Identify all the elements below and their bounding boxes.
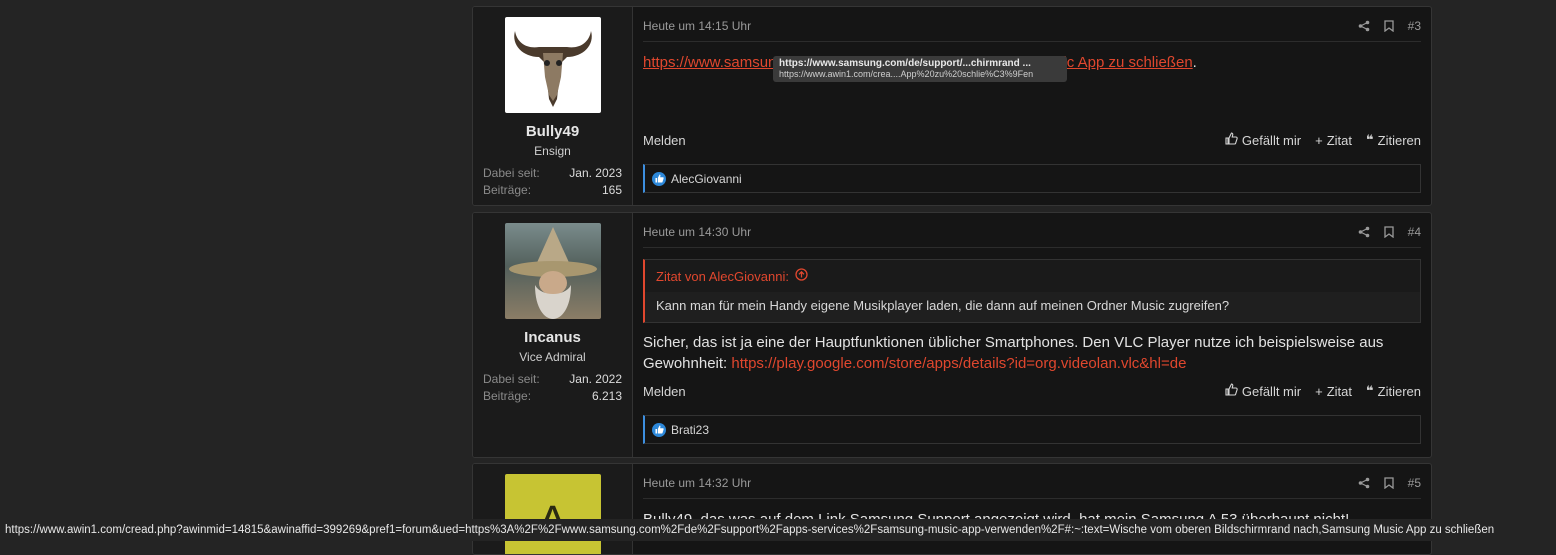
post-main: Heute um 14:30 Uhr #4 Zitat von AlecGiov… xyxy=(633,213,1431,457)
post-main: Heute um 14:15 Uhr #3 https://www.samsun… xyxy=(633,7,1431,205)
post-content: Sicher, das ist ja eine der Hauptfunktio… xyxy=(643,332,1421,374)
browser-status-bar: https://www.awin1.com/cread.php?awinmid=… xyxy=(0,519,1556,541)
quote-author[interactable]: Zitat von AlecGiovanni: xyxy=(656,269,789,284)
joined-value: Jan. 2023 xyxy=(569,166,622,180)
user-cell: Bully49 Ensign Dabei seit: Jan. 2023 Beit… xyxy=(473,7,633,205)
tooltip-line-1: https://www.samsung.com/de/support/...ch… xyxy=(779,58,1031,69)
bookmark-icon[interactable] xyxy=(1383,476,1394,489)
post-number[interactable]: #5 xyxy=(1408,476,1421,490)
multiquote-label: Zitat xyxy=(1326,383,1352,399)
post-3: Bully49 Ensign Dabei seit: Jan. 2023 Beit… xyxy=(472,6,1432,206)
thumbs-up-icon xyxy=(1225,132,1238,148)
user-extra: Dabei seit: Jan. 2022 Beiträge: 6.213 xyxy=(483,372,622,406)
quote-header[interactable]: Zitat von AlecGiovanni: xyxy=(645,260,1420,292)
post-header: Heute um 14:32 Uhr #5 xyxy=(643,467,1421,499)
reply-label: Zitieren xyxy=(1377,132,1421,148)
username[interactable]: Incanus xyxy=(473,329,632,346)
like-button[interactable]: Gefällt mir xyxy=(1225,383,1301,399)
joined-value: Jan. 2022 xyxy=(569,372,622,386)
post-number[interactable]: #3 xyxy=(1408,19,1421,33)
post-header: Heute um 14:30 Uhr #4 xyxy=(643,216,1421,248)
post-5: A Heute um 14:32 Uhr #5 Bully49, das was… xyxy=(472,463,1432,555)
avatar[interactable] xyxy=(504,17,601,113)
user-extra: Dabei seit: Jan. 2023 Beiträge: 165 xyxy=(483,166,622,200)
share-icon[interactable] xyxy=(1358,477,1370,489)
username[interactable]: Bully49 xyxy=(473,123,632,140)
link-tooltip: https://www.samsung.com/de/support/...ch… xyxy=(773,56,1067,82)
posts-label: Beiträge: xyxy=(483,389,532,403)
link-text-start: https://www.samsun xyxy=(643,54,777,71)
multiquote-button[interactable]: + Zitat xyxy=(1315,133,1352,148)
reaction-users[interactable]: AlecGiovanni xyxy=(671,172,742,186)
share-icon[interactable] xyxy=(1358,20,1370,32)
bookmark-icon[interactable] xyxy=(1383,225,1394,238)
post-time[interactable]: Heute um 14:15 Uhr xyxy=(643,19,751,33)
like-label: Gefällt mir xyxy=(1241,132,1302,148)
joined-label: Dabei seit: xyxy=(483,166,540,180)
quote-block: Zitat von AlecGiovanni: Kann man für mei… xyxy=(643,259,1421,323)
reactions-bar[interactable]: AlecGiovanni xyxy=(643,164,1421,193)
post-time[interactable]: Heute um 14:30 Uhr xyxy=(643,225,751,239)
report-link[interactable]: Melden xyxy=(643,133,686,148)
reactions-bar[interactable]: Brati23 xyxy=(643,415,1421,444)
posts-value: 165 xyxy=(601,183,622,197)
posts-label: Beiträge: xyxy=(483,183,532,197)
user-cell: Incanus Vice Admiral Dabei seit: Jan. 202… xyxy=(473,213,633,457)
vlc-link[interactable]: https://play.google.com/store/apps/detai… xyxy=(731,355,1186,372)
reply-button[interactable]: ❝ Zitieren xyxy=(1366,383,1421,399)
like-badge-icon xyxy=(652,422,666,437)
quote-icon: ❝ xyxy=(1366,383,1374,398)
reply-button[interactable]: ❝ Zitieren xyxy=(1366,132,1421,148)
user-title: Ensign xyxy=(534,144,571,158)
thumbs-up-icon xyxy=(1225,383,1238,399)
post-actions: Melden Gefällt mir + Zitat ❝ Zitieren xyxy=(643,132,1421,148)
post-time[interactable]: Heute um 14:32 Uhr xyxy=(643,476,751,490)
post-header: Heute um 14:15 Uhr #3 xyxy=(643,10,1421,42)
post-number[interactable]: #4 xyxy=(1408,225,1421,239)
avatar[interactable] xyxy=(504,223,601,319)
multiquote-label: Zitat xyxy=(1326,132,1352,148)
like-label: Gefällt mir xyxy=(1241,383,1302,399)
quote-icon: ❝ xyxy=(1366,132,1374,147)
bookmark-icon[interactable] xyxy=(1383,19,1394,32)
posts-value: 6.213 xyxy=(591,389,622,403)
joined-label: Dabei seit: xyxy=(483,372,540,386)
report-link[interactable]: Melden xyxy=(643,384,686,399)
multiquote-button[interactable]: + Zitat xyxy=(1315,384,1352,399)
user-title: Vice Admiral xyxy=(519,350,586,364)
reaction-users[interactable]: Brati23 xyxy=(671,423,709,437)
like-button[interactable]: Gefällt mir xyxy=(1225,132,1301,148)
like-badge-icon xyxy=(652,171,666,186)
plus-icon: + xyxy=(1315,383,1323,399)
plus-icon: + xyxy=(1315,132,1323,148)
post-4: Incanus Vice Admiral Dabei seit: Jan. 202… xyxy=(472,212,1432,458)
avatar[interactable]: A xyxy=(504,474,601,554)
link-period: . xyxy=(1192,54,1197,71)
reply-label: Zitieren xyxy=(1377,383,1421,399)
tooltip-line-2: https://www.awin1.com/crea....App%20zu%2… xyxy=(779,69,1034,79)
share-icon[interactable] xyxy=(1358,226,1370,238)
post-actions: Melden Gefällt mir + Zitat ❝ Zitieren xyxy=(643,383,1421,399)
arrow-up-circle-icon[interactable] xyxy=(795,268,808,284)
quote-text: Kann man für mein Handy eigene Musikplay… xyxy=(645,292,1420,322)
